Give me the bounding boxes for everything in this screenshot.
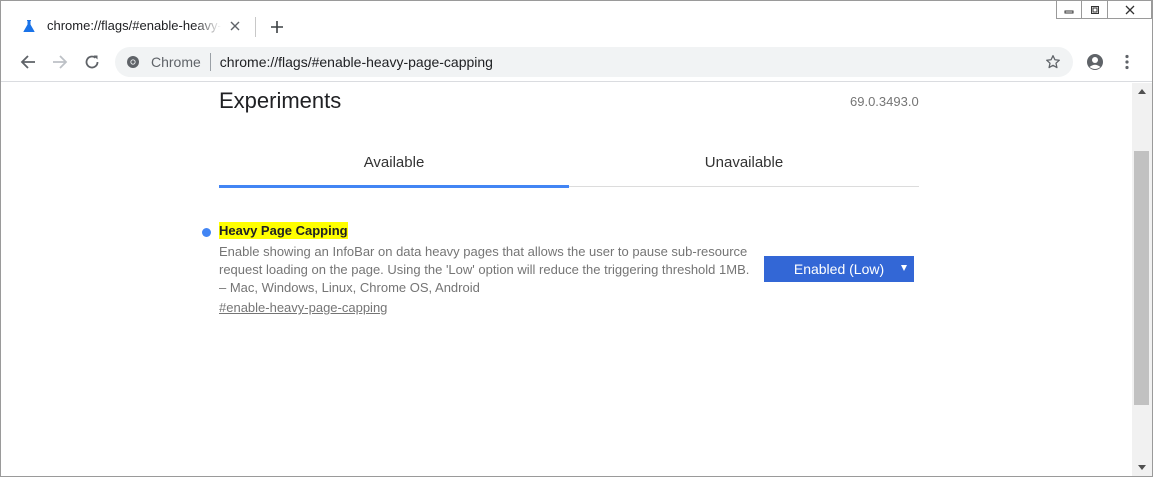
profile-button[interactable] [1083, 50, 1107, 74]
triangle-down-icon [1138, 465, 1146, 470]
browser-window: chrome://flags/#enable-heavy-page-cappin… [0, 0, 1153, 477]
browser-tab[interactable]: chrome://flags/#enable-heavy-page-cappin… [9, 9, 253, 42]
url-text[interactable]: chrome://flags/#enable-heavy-page-cappin… [220, 54, 493, 70]
triangle-up-icon [1138, 89, 1146, 94]
arrow-right-icon [53, 55, 68, 69]
page-title: Experiments [219, 88, 342, 113]
flag-name: Heavy Page Capping [219, 222, 348, 239]
flag-state-select[interactable]: Enabled (Low) [764, 256, 914, 282]
select-value: Enabled (Low) [793, 261, 885, 277]
restore-button[interactable] [1082, 1, 1108, 19]
star-icon[interactable] [1042, 51, 1064, 73]
scroll-up-button[interactable] [1132, 83, 1152, 100]
window-controls [1056, 1, 1152, 21]
close-window-button[interactable] [1108, 1, 1152, 19]
tab-unavailable[interactable]: Unavailable [569, 138, 919, 186]
site-chip: Chrome [151, 54, 201, 70]
new-tab-button[interactable] [265, 15, 289, 39]
close-tab-icon[interactable] [227, 18, 243, 34]
modified-indicator-dot [202, 228, 211, 237]
tab-separator [255, 17, 256, 37]
flask-icon [21, 18, 37, 34]
active-tab-indicator [219, 185, 569, 188]
version-label: 69.0.3493.0 [850, 94, 919, 109]
reload-icon [85, 55, 99, 69]
tab-title: chrome://flags/#enable-heavy-page-cappin… [47, 18, 221, 33]
experiments-tabs: Available Unavailable [219, 138, 919, 188]
forward-button[interactable] [48, 50, 72, 74]
back-button[interactable] [16, 50, 40, 74]
address-bar[interactable]: Chrome chrome://flags/#enable-heavy-page… [115, 47, 1073, 77]
arrow-left-icon [20, 55, 35, 69]
menu-button[interactable] [1115, 50, 1139, 74]
tab-available[interactable]: Available [219, 138, 569, 186]
scrollbar-thumb[interactable] [1134, 151, 1149, 405]
account-icon [1087, 54, 1103, 70]
flag-permalink[interactable]: #enable-heavy-page-capping [219, 300, 387, 315]
toolbar: Chrome chrome://flags/#enable-heavy-page… [1, 42, 1152, 82]
minimize-button[interactable] [1056, 1, 1082, 19]
tab-strip: chrome://flags/#enable-heavy-page-cappin… [1, 1, 1152, 42]
page-content: Experiments 69.0.3493.0 Available Unavai… [1, 83, 1132, 476]
more-vert-icon [1125, 54, 1129, 70]
vertical-scrollbar[interactable] [1132, 83, 1152, 476]
flag-description: Enable showing an InfoBar on data heavy … [219, 244, 750, 295]
omnibox-divider [209, 53, 211, 71]
scroll-down-button[interactable] [1132, 459, 1152, 476]
reload-button[interactable] [80, 50, 104, 74]
dropdown-arrow-icon [901, 265, 907, 271]
chrome-icon [125, 54, 141, 70]
